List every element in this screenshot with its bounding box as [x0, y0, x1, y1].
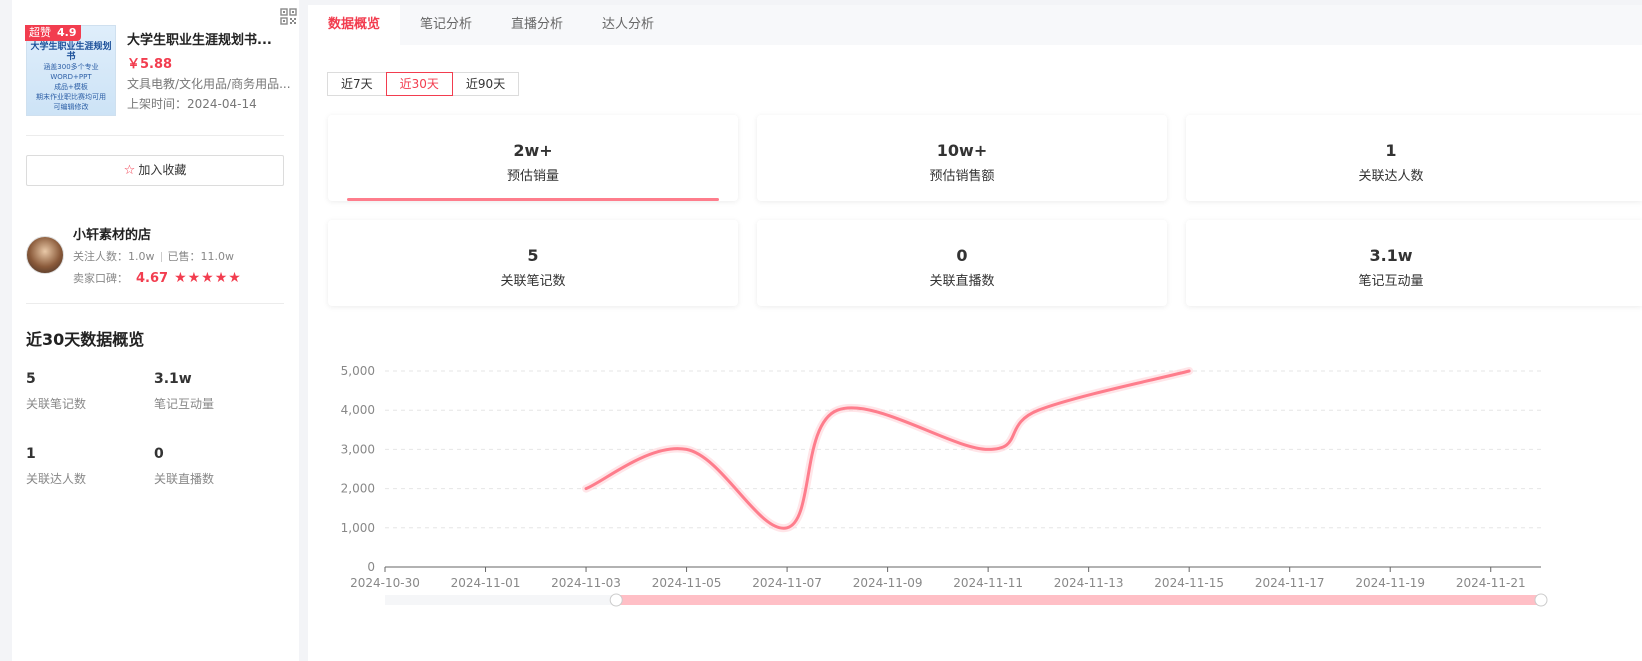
x-tick-label: 2024-10-30 — [350, 576, 420, 590]
metric-value: 1 — [1385, 141, 1397, 160]
x-tick-label: 2024-11-13 — [1054, 576, 1124, 590]
product-image-text: 成品+模板 — [54, 83, 88, 91]
divider — [26, 303, 284, 304]
x-tick-label: 2024-11-09 — [853, 576, 923, 590]
metric-value: 2w+ — [513, 141, 553, 160]
product-image-text: 可编辑修改 — [53, 103, 89, 111]
zoom-slider-handle[interactable] — [1534, 593, 1548, 607]
range-90-days-button[interactable]: 近90天 — [451, 72, 520, 96]
overview-value: 0 — [154, 446, 164, 462]
x-tick-label: 2024-11-19 — [1355, 576, 1425, 590]
product-category: 文具电教/文化用品/商务用品... — [127, 77, 291, 91]
metric-label: 关联笔记数 — [500, 274, 566, 289]
x-tick-label: 2024-11-05 — [652, 576, 722, 590]
product-image-text: 大学生职业生涯规划书 — [30, 42, 112, 62]
metric-card-revenue[interactable]: 10w+ 预估销售额 — [757, 115, 1167, 201]
overview-item: 5 关联笔记数 — [26, 371, 86, 412]
badge-label: 超赞 — [29, 26, 51, 39]
tab-bar: 数据概览 笔记分析 直播分析 达人分析 — [308, 5, 1642, 45]
metric-label: 预估销量 — [506, 169, 559, 184]
product-sidebar: 大学生职业生涯规划书 涵盖300多个专业 WORD+PPT 成品+模板 期末作业… — [12, 0, 299, 661]
tab-data-overview[interactable]: 数据概览 — [308, 5, 400, 45]
x-tick-label: 2024-11-01 — [451, 576, 521, 590]
overview-value: 1 — [26, 446, 36, 462]
product-image-text: 期末作业职比赛均可用 — [36, 93, 106, 101]
metric-value: 3.1w — [1369, 246, 1413, 265]
y-tick-label: 4,000 — [341, 403, 375, 417]
overview-value: 5 — [26, 371, 36, 387]
range-30-days-button[interactable]: 近30天 — [385, 72, 453, 96]
rating-badge: 超赞 4.9 — [25, 25, 81, 41]
overview-label: 笔记互动量 — [154, 397, 215, 411]
overview-value: 3.1w — [154, 371, 192, 387]
rating-stars-icon: ★★★★★ — [174, 270, 242, 286]
metric-label: 预估销售额 — [929, 169, 995, 184]
rating-score: 4.67 — [136, 271, 169, 286]
overview-label: 关联笔记数 — [26, 397, 87, 411]
shop-name[interactable]: 小轩素材的店 — [73, 224, 151, 243]
zoom-slider-handle[interactable] — [609, 593, 623, 607]
stat-separator — [160, 252, 162, 262]
divider — [26, 135, 284, 136]
rating-label: 卖家口碑： — [73, 272, 128, 285]
zoom-slider-selection — [616, 595, 1541, 605]
product-price: ￥5.88 — [127, 57, 173, 72]
shop-rating: 卖家口碑： 4.67 ★★★★★ — [73, 270, 242, 286]
active-indicator — [347, 198, 719, 201]
product-image-text: 涵盖300多个专业 — [43, 63, 99, 71]
qr-code-icon[interactable] — [280, 8, 297, 25]
overview-label: 关联直播数 — [154, 472, 215, 486]
product-listed-date: 上架时间：2024-04-14 — [127, 95, 257, 112]
x-tick-label: 2024-11-17 — [1255, 576, 1325, 590]
metric-card-live[interactable]: 0 关联直播数 — [757, 220, 1167, 306]
overview-title: 近30天数据概览 — [26, 330, 145, 349]
listed-date: 2024-04-14 — [187, 97, 257, 111]
tab-note-analysis[interactable]: 笔记分析 — [400, 5, 492, 45]
overview-item: 1 关联达人数 — [26, 446, 86, 487]
listed-label: 上架时间： — [127, 97, 188, 111]
metric-value: 5 — [527, 246, 539, 265]
metric-card-interactions[interactable]: 3.1w 笔记互动量 — [1186, 220, 1642, 306]
product-title[interactable]: 大学生职业生涯规划书... — [127, 29, 287, 48]
metric-card-notes[interactable]: 5 关联笔记数 — [328, 220, 738, 306]
overview-label: 关联达人数 — [26, 472, 87, 486]
tab-live-analysis[interactable]: 直播分析 — [491, 5, 583, 45]
metric-label: 关联直播数 — [929, 274, 995, 289]
metric-value: 10w+ — [936, 141, 988, 160]
x-tick-label: 2024-11-15 — [1154, 576, 1224, 590]
star-outline-icon: ☆ — [123, 163, 136, 178]
overview-item: 0 关联直播数 — [154, 446, 214, 487]
metric-card-sales[interactable]: 2w+ 预估销量 — [328, 115, 738, 201]
shop-avatar[interactable] — [26, 236, 64, 274]
range-7-days-button[interactable]: 近7天 — [327, 72, 387, 96]
x-tick-label: 2024-11-07 — [752, 576, 822, 590]
metric-label: 笔记互动量 — [1358, 274, 1424, 289]
metric-card-influencers[interactable]: 1 关联达人数 — [1186, 115, 1642, 201]
metric-value: 0 — [956, 246, 968, 265]
x-tick-label: 2024-11-11 — [953, 576, 1023, 590]
tab-influencer-analysis[interactable]: 达人分析 — [582, 5, 674, 45]
y-tick-label: 0 — [367, 560, 375, 574]
overview-item: 3.1w 笔记互动量 — [154, 371, 214, 412]
product-image-text: WORD+PPT — [50, 73, 92, 81]
badge-score: 4.9 — [57, 26, 77, 39]
date-range-selector: 近7天 近30天 近90天 — [327, 72, 520, 96]
metric-label: 关联达人数 — [1358, 169, 1424, 184]
x-tick-label: 2024-11-03 — [551, 576, 621, 590]
y-tick-label: 1,000 — [341, 521, 375, 535]
x-tick-label: 2024-11-21 — [1456, 576, 1526, 590]
main-panel: 数据概览 笔记分析 直播分析 达人分析 近7天 近30天 近90天 2w+ 预估… — [308, 5, 1642, 661]
shop-stats: 关注人数：1.0w 已售：11.0w — [73, 248, 234, 264]
sold-count: 11.0w — [200, 250, 235, 263]
y-tick-label: 5,000 — [341, 364, 375, 378]
sales-line-chart: 0 1,000 2,000 3,000 4,000 5,000 2024-10-30 2024… — [341, 364, 1548, 607]
add-favorite-button[interactable]: ☆ 加入收藏 — [26, 155, 284, 186]
followers-count: 1.0w — [128, 250, 155, 263]
add-favorite-label: 加入收藏 — [138, 163, 187, 177]
sold-label: 已售： — [167, 250, 201, 263]
y-tick-label: 3,000 — [341, 442, 375, 456]
followers-label: 关注人数： — [73, 250, 128, 263]
y-tick-label: 2,000 — [341, 482, 375, 496]
